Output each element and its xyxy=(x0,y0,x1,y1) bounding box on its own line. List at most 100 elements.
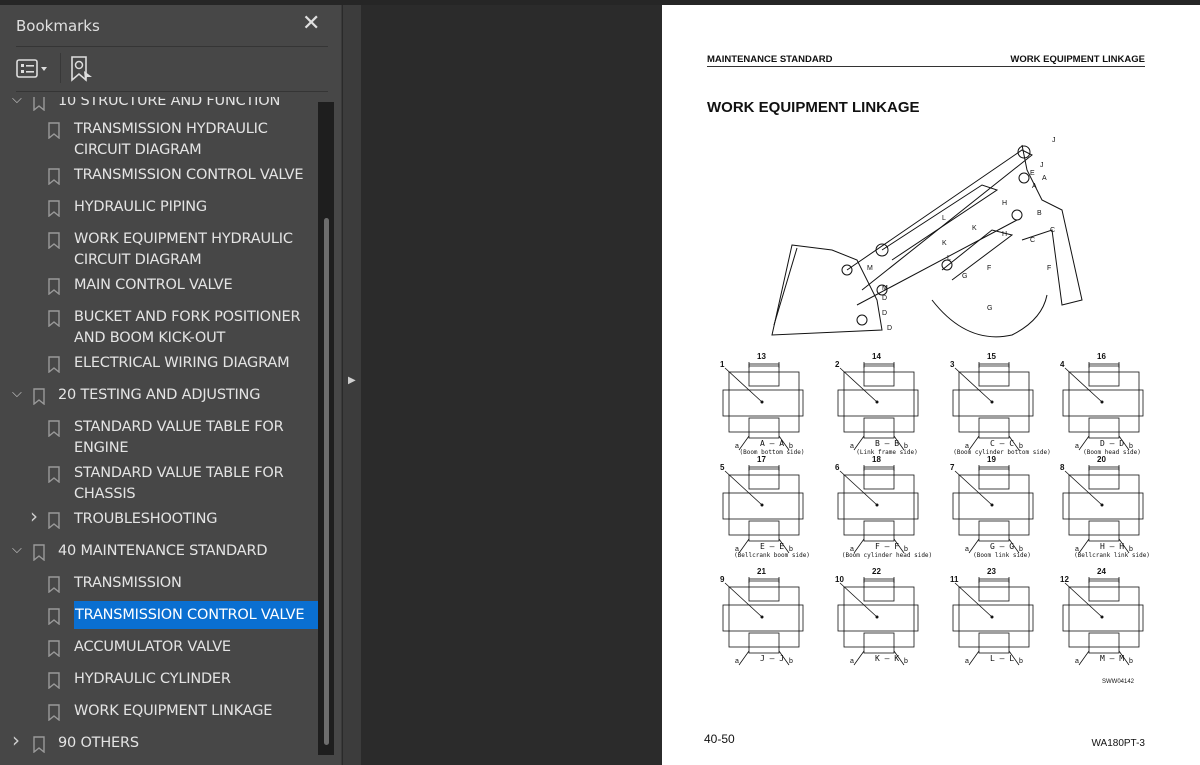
page-title: WORK EQUIPMENT LINKAGE xyxy=(707,99,920,116)
bookmark-icon xyxy=(33,388,45,405)
dimension-number: 15 xyxy=(987,352,996,361)
section-label: M – M xyxy=(1099,654,1125,663)
linkage-point-label: H xyxy=(1002,200,1007,207)
chevron-down-icon[interactable]: ⌵ xyxy=(12,539,22,560)
section-label: D – D xyxy=(1099,439,1125,448)
pdf-page: MAINTENANCE STANDARD WORK EQUIPMENT LINK… xyxy=(662,5,1200,765)
bookmark-list: ⌵ 10 STRUCTURE AND FUNCTION TRANSMISSION H… xyxy=(0,97,318,757)
linkage-point-label: E xyxy=(1030,170,1035,177)
divider xyxy=(16,46,328,47)
part-number: 12 xyxy=(1060,575,1069,584)
section-caption: (Bellcrank link side) xyxy=(1074,552,1150,559)
linkage-point-label: K xyxy=(942,240,947,247)
bookmark-icon xyxy=(48,672,60,689)
chevron-down-icon[interactable]: ⌵ xyxy=(12,97,22,110)
bookmark-label: ELECTRICAL WIRING DIAGRAM xyxy=(74,355,290,371)
cross-section-figure: 9 21 a b J – J xyxy=(717,567,827,690)
bookmark-label: TRANSMISSION CONTROL VALVE xyxy=(74,167,304,183)
part-number: 7 xyxy=(950,463,955,472)
cross-section-figure: 12 24 a b M – M xyxy=(1057,567,1167,690)
section-label: B – B xyxy=(874,439,900,448)
dimension-number: 16 xyxy=(1097,352,1106,361)
linkage-point-label: M xyxy=(867,265,873,272)
linkage-point-label: A xyxy=(1042,175,1047,182)
section-label: K – K xyxy=(874,654,900,663)
section-label: L – L xyxy=(989,654,1015,663)
bookmark-icon xyxy=(48,608,60,625)
part-number: 8 xyxy=(1060,463,1065,472)
scrollbar[interactable] xyxy=(318,102,334,755)
section-caption: (Bellcrank boom side) xyxy=(734,552,810,559)
bookmark-label: HYDRAULIC PIPING xyxy=(74,199,207,215)
linkage-point-label: D xyxy=(882,295,887,302)
section-caption: (Boom link side) xyxy=(973,552,1031,559)
section-caption: (Boom bottom side) xyxy=(739,449,805,456)
bookmarks-panel: Bookmarks ✕ ⌵ 10 STRUCTURE AND FUNCTION TR… xyxy=(0,5,342,765)
section-caption: (Link frame side) xyxy=(856,449,918,456)
chevron-right-icon[interactable]: › xyxy=(12,730,20,751)
bookmark-label: TRANSMISSION HYDRAULIC xyxy=(74,121,268,137)
bookmark-label: MAIN CONTROL VALVE xyxy=(74,277,233,293)
bookmark-icon xyxy=(48,356,60,373)
bookmark-label: ACCUMULATOR VALVE xyxy=(74,639,231,655)
dimension-number: 17 xyxy=(757,455,766,464)
add-bookmark-icon[interactable] xyxy=(70,56,94,82)
bookmark-icon xyxy=(48,466,60,483)
cross-section-figure: 3 15 a b C – C (Boom cylinder bottom sid… xyxy=(947,352,1057,475)
section-label: F – F xyxy=(874,542,900,551)
header-right: WORK EQUIPMENT LINKAGE xyxy=(1010,54,1145,65)
bookmark-label: BUCKET AND FORK POSITIONER xyxy=(74,309,301,325)
dimension-number: 13 xyxy=(757,352,766,361)
bookmark-label: STANDARD VALUE TABLE FOR xyxy=(74,465,284,481)
bookmark-label: STANDARD VALUE TABLE FOR xyxy=(74,419,284,435)
panel-title: Bookmarks xyxy=(16,17,100,35)
dimension-number: 14 xyxy=(872,352,881,361)
scrollbar-thumb[interactable] xyxy=(324,218,329,745)
bookmark-icon xyxy=(48,168,60,185)
section-label: C – C xyxy=(989,439,1015,448)
bookmark-label-line2: ENGINE xyxy=(74,440,129,456)
model-code: WA180PT-3 xyxy=(1091,738,1145,749)
bookmark-icon xyxy=(48,278,60,295)
panel-splitter[interactable]: ▶ xyxy=(343,5,361,765)
section-caption: (Boom cylinder bottom side) xyxy=(953,449,1051,456)
linkage-point-label: D xyxy=(887,325,892,332)
linkage-point-label: D xyxy=(882,310,887,317)
chevron-right-icon[interactable]: › xyxy=(30,506,38,527)
bookmark-label: TRANSMISSION xyxy=(74,575,182,591)
dimension-number: 21 xyxy=(757,567,766,576)
expand-arrow-icon[interactable]: ▶ xyxy=(348,375,356,386)
linkage-point-label: G xyxy=(962,273,967,280)
bookmark-label: TRANSMISSION CONTROL VALVE xyxy=(74,601,318,629)
bookmark-icon xyxy=(48,122,60,139)
cross-section-figure: 1 13 a b A – A (Boom bottom side) xyxy=(717,352,827,475)
linkage-point-label: K xyxy=(972,225,977,232)
part-number: 6 xyxy=(835,463,840,472)
dimension-number: 22 xyxy=(872,567,881,576)
bookmark-label: HYDRAULIC CYLINDER xyxy=(74,671,231,687)
bookmark-icon xyxy=(48,200,60,217)
header-rule xyxy=(707,66,1145,67)
bookmark-label: 20 TESTING AND ADJUSTING xyxy=(58,387,261,403)
bookmark-label-line2: CHASSIS xyxy=(74,486,136,502)
cross-section-figure: 7 19 a b G – G (Boom link side) xyxy=(947,455,1057,578)
bookmark-icon xyxy=(48,640,60,657)
linkage-point-label: M xyxy=(882,285,888,292)
bookmark-label-line2: CIRCUIT DIAGRAM xyxy=(74,142,202,158)
bookmark-icon xyxy=(33,97,45,111)
bookmark-options-icon[interactable] xyxy=(16,57,52,81)
bookmark-icon xyxy=(48,704,60,721)
bookmark-icon xyxy=(48,576,60,593)
close-panel-button[interactable]: ✕ xyxy=(302,11,320,36)
section-label: J – J xyxy=(759,654,785,663)
cross-section-figure: 8 20 a b H – H (Bellcrank link side) xyxy=(1057,455,1167,578)
bookmark-icon xyxy=(33,544,45,561)
bookmark-icon xyxy=(48,310,60,327)
part-number: 4 xyxy=(1060,360,1065,369)
dimension-number: 19 xyxy=(987,455,996,464)
chevron-down-icon[interactable]: ⌵ xyxy=(12,383,22,404)
cross-section-figure: 10 22 a b K – K xyxy=(832,567,942,690)
document-viewer-background xyxy=(361,5,662,765)
section-label: G – G xyxy=(989,542,1015,551)
linkage-point-label: L xyxy=(942,215,946,222)
